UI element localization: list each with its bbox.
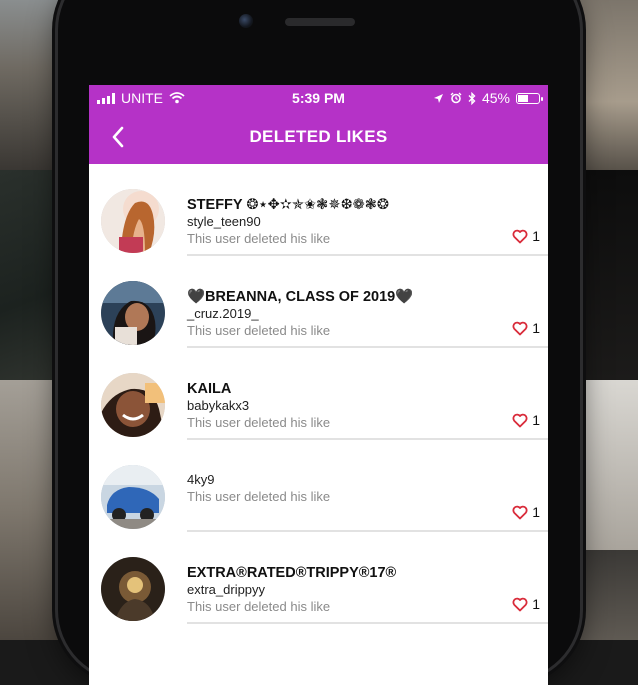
list-item[interactable]: STEFFY ❂⋆✥✫✯✬❃✵❆❁❃❂ style_teen90 This us… bbox=[89, 164, 548, 256]
like-count-value: 1 bbox=[532, 412, 540, 428]
like-count: 1 bbox=[512, 412, 540, 428]
heart-outline-icon bbox=[512, 413, 528, 427]
background-photo bbox=[570, 550, 638, 640]
avatar[interactable] bbox=[101, 557, 165, 621]
user-display-name: STEFFY ❂⋆✥✫✯✬❃✵❆❁❃❂ bbox=[187, 197, 390, 213]
background-photo bbox=[570, 170, 638, 380]
nav-bar: DELETED LIKES bbox=[89, 112, 548, 164]
like-status: This user deleted his like bbox=[187, 231, 331, 246]
battery-icon bbox=[516, 92, 543, 104]
phone-screen: UNITE 5:39 PM 45% DELETED LIKES STEFFY ❂… bbox=[89, 85, 548, 685]
like-count-value: 1 bbox=[532, 504, 540, 520]
user-display-name: EXTRA®RATED®TRIPPY®17® bbox=[187, 565, 397, 581]
like-count: 1 bbox=[512, 228, 540, 244]
like-status: This user deleted his like bbox=[187, 489, 331, 504]
heart-outline-icon bbox=[512, 321, 528, 335]
like-count-value: 1 bbox=[532, 320, 540, 336]
avatar[interactable] bbox=[101, 465, 165, 529]
user-display-name: 🖤BREANNA, CLASS OF 2019🖤 bbox=[187, 289, 414, 305]
avatar[interactable] bbox=[101, 373, 165, 437]
like-count: 1 bbox=[512, 320, 540, 336]
background-photo bbox=[570, 0, 638, 170]
like-status: This user deleted his like bbox=[187, 415, 331, 430]
like-status: This user deleted his like bbox=[187, 599, 331, 614]
username: _cruz.2019_ bbox=[187, 306, 259, 321]
deleted-likes-list: STEFFY ❂⋆✥✫✯✬❃✵❆❁❃❂ style_teen90 This us… bbox=[89, 164, 548, 624]
background-photo bbox=[570, 380, 638, 550]
username: babykakx3 bbox=[187, 398, 250, 413]
like-count-value: 1 bbox=[532, 228, 540, 244]
earpiece-speaker bbox=[285, 18, 355, 26]
bluetooth-icon bbox=[468, 91, 476, 105]
like-count: 1 bbox=[512, 596, 540, 612]
heart-outline-icon bbox=[512, 597, 528, 611]
front-camera bbox=[239, 14, 253, 28]
username: extra_drippyy bbox=[187, 582, 266, 597]
phone-frame: UNITE 5:39 PM 45% DELETED LIKES STEFFY ❂… bbox=[58, 0, 580, 685]
list-item[interactable]: 4ky9 This user deleted his like 1 bbox=[89, 440, 548, 532]
heart-outline-icon bbox=[512, 229, 528, 243]
alarm-icon bbox=[450, 92, 462, 104]
like-status: This user deleted his like bbox=[187, 323, 331, 338]
avatar[interactable] bbox=[101, 189, 165, 253]
battery-percent: 45% bbox=[481, 90, 510, 106]
avatar[interactable] bbox=[101, 281, 165, 345]
page-title: DELETED LIKES bbox=[249, 127, 388, 146]
divider bbox=[187, 622, 548, 624]
list-item[interactable]: KAILA babykakx3 This user deleted his li… bbox=[89, 348, 548, 440]
like-count: 1 bbox=[512, 504, 540, 520]
list-item[interactable]: EXTRA®RATED®TRIPPY®17® extra_drippyy Thi… bbox=[89, 532, 548, 624]
like-count-value: 1 bbox=[532, 596, 540, 612]
username: 4ky9 bbox=[187, 472, 215, 487]
list-item[interactable]: 🖤BREANNA, CLASS OF 2019🖤 _cruz.2019_ Thi… bbox=[89, 256, 548, 348]
heart-outline-icon bbox=[512, 505, 528, 519]
username: style_teen90 bbox=[187, 214, 261, 229]
location-arrow-icon bbox=[433, 93, 443, 103]
status-bar: UNITE 5:39 PM 45% bbox=[89, 85, 548, 112]
user-display-name: KAILA bbox=[187, 381, 232, 397]
